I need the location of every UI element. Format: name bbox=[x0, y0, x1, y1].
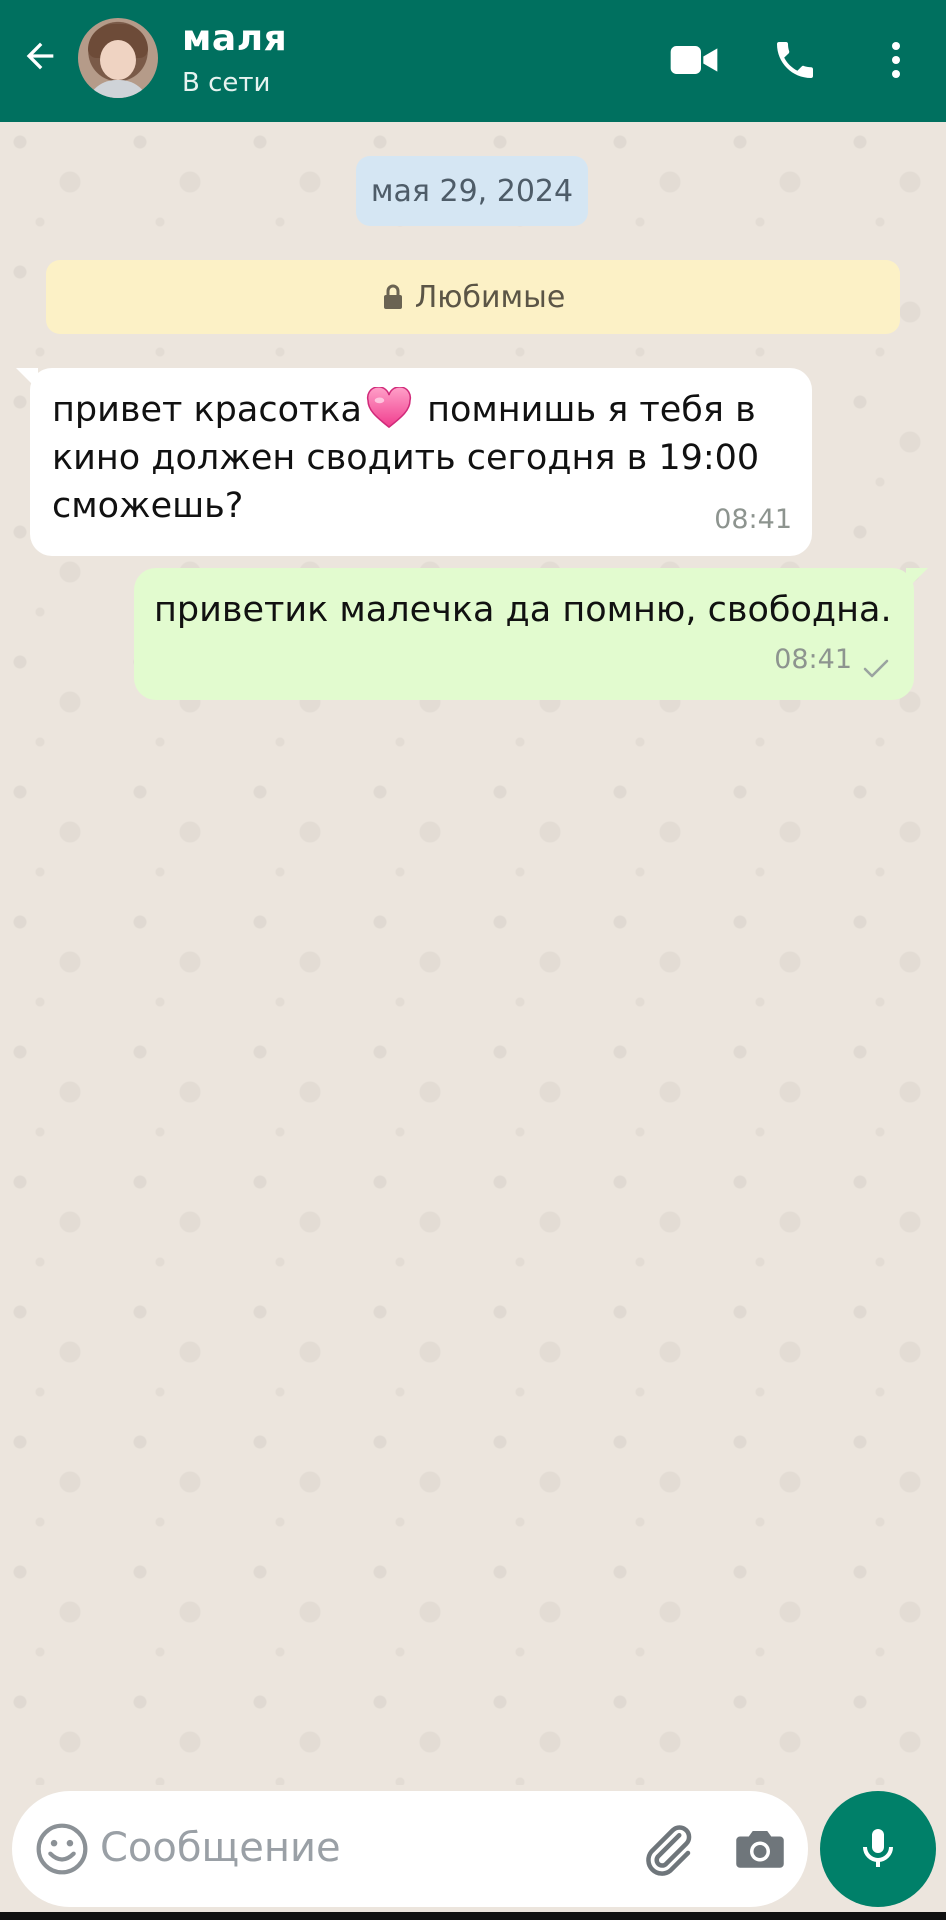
voice-call-button[interactable] bbox=[765, 30, 825, 90]
message-time: 08:41 bbox=[774, 644, 852, 675]
avatar[interactable] bbox=[78, 18, 158, 98]
emoji-icon bbox=[36, 1823, 88, 1875]
message-text: привет красотка помнишь я тебя в кино до… bbox=[52, 386, 790, 530]
message-composer bbox=[12, 1791, 808, 1907]
chat-area[interactable]: мая 29, 2024 Любимые привет красотка пом… bbox=[0, 122, 946, 1785]
back-button[interactable] bbox=[18, 34, 62, 78]
camera-icon bbox=[736, 1831, 784, 1868]
pink-heart-emoji-icon bbox=[366, 387, 412, 429]
message-input[interactable] bbox=[100, 1813, 600, 1883]
more-options-button[interactable] bbox=[866, 30, 926, 90]
video-call-button[interactable] bbox=[664, 30, 724, 90]
back-arrow-icon bbox=[26, 42, 54, 70]
emoji-button[interactable] bbox=[34, 1821, 90, 1877]
more-vert-icon bbox=[892, 42, 900, 78]
chat-header: маля В сети bbox=[0, 0, 946, 122]
lock-icon bbox=[381, 284, 405, 310]
camera-button[interactable] bbox=[730, 1819, 790, 1879]
attach-button[interactable] bbox=[638, 1819, 698, 1879]
attach-icon bbox=[646, 1825, 692, 1876]
contact-name[interactable]: маля bbox=[182, 18, 287, 59]
contact-status: В сети bbox=[182, 68, 271, 98]
favorites-banner[interactable]: Любимые bbox=[46, 260, 900, 334]
message-time: 08:41 bbox=[714, 504, 792, 535]
voice-message-button[interactable] bbox=[820, 1791, 936, 1907]
favorites-label: Любимые bbox=[414, 279, 566, 315]
date-chip: мая 29, 2024 bbox=[356, 156, 588, 226]
outgoing-message[interactable]: приветик малечка да помню, свободна. 08:… bbox=[134, 568, 928, 700]
message-text: приветик малечка да помню, свободна. bbox=[154, 590, 892, 630]
single-check-icon bbox=[863, 659, 889, 678]
video-call-icon bbox=[670, 46, 718, 74]
phone-call-icon bbox=[777, 42, 813, 78]
incoming-message[interactable]: привет красотка помнишь я тебя в кино до… bbox=[16, 368, 812, 556]
bottom-edge bbox=[0, 1912, 946, 1920]
microphone-icon bbox=[863, 1829, 893, 1867]
